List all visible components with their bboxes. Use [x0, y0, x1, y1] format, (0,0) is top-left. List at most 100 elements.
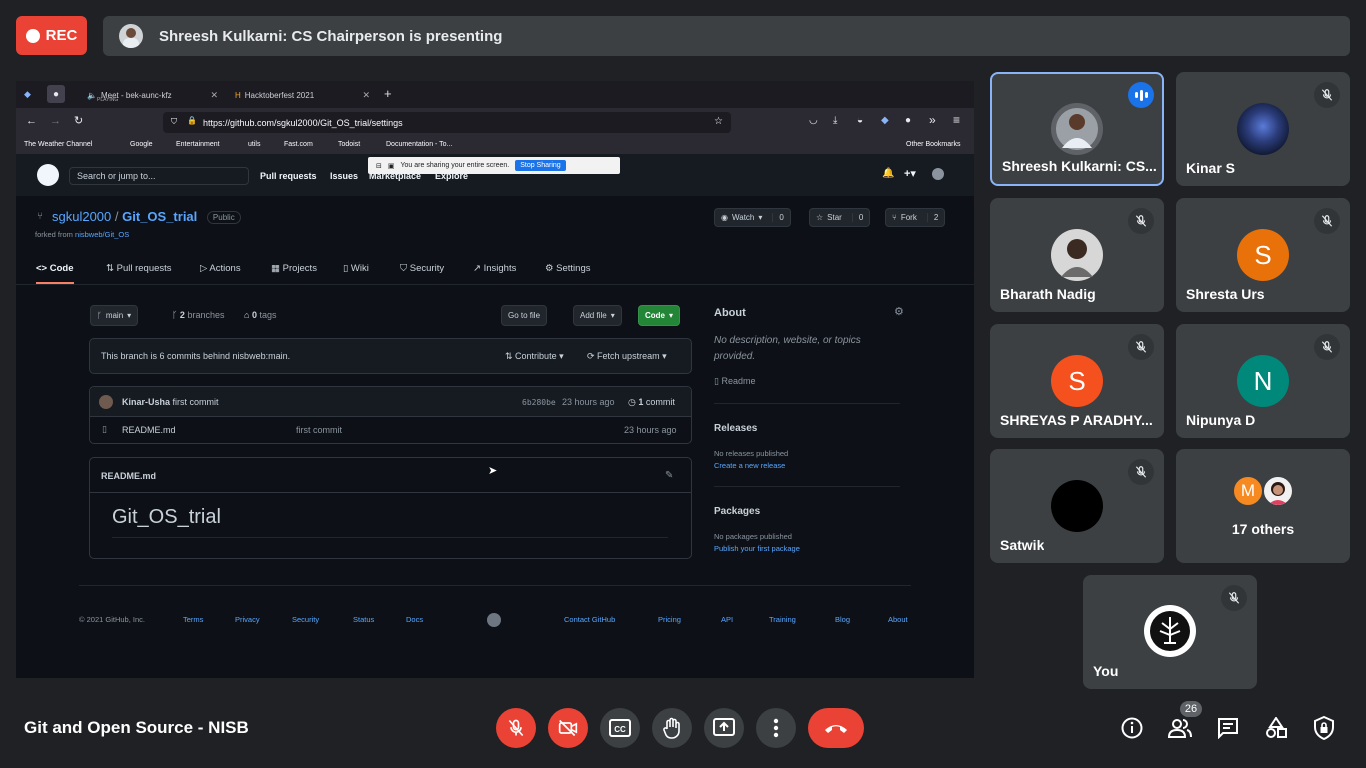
present-button[interactable]	[704, 708, 744, 748]
tab-insights[interactable]: ↗ Insights	[473, 263, 516, 274]
forked-from-link[interactable]: nisbweb/Git_OS	[75, 230, 129, 239]
star-button[interactable]: ☆ Star 0	[809, 208, 871, 227]
branches-link[interactable]: ᚴ 2 branches	[172, 310, 224, 320]
participant-tile-shreyas[interactable]: S SHREYAS P ARADHY...	[990, 324, 1164, 438]
participant-tile-nipunya[interactable]: N Nipunya D	[1176, 324, 1350, 438]
participant-tile-bharath[interactable]: Bharath Nadig	[990, 198, 1164, 312]
bookmark-star-icon[interactable]: ☆	[714, 116, 723, 127]
tab-pull-requests[interactable]: ⇅ Pull requests	[106, 263, 172, 274]
go-to-file-button[interactable]: Go to file	[501, 305, 548, 326]
tab-wiki[interactable]: ▯ Wiki	[343, 263, 369, 274]
reload-icon[interactable]: ↻	[74, 114, 83, 127]
activities-button[interactable]	[1262, 714, 1290, 742]
bookmark-weather[interactable]: The Weather Channel	[24, 141, 92, 148]
bookmark-documentation[interactable]: Documentation - To...	[386, 141, 452, 148]
tab-code[interactable]: <> Code	[36, 263, 74, 284]
leave-call-button[interactable]	[808, 708, 864, 748]
user-avatar[interactable]	[932, 168, 944, 180]
bookmark-google[interactable]: Google	[130, 141, 153, 148]
file-commit-message[interactable]: first commit	[296, 425, 342, 435]
people-button[interactable]	[1166, 714, 1194, 742]
mic-toggle-button[interactable]	[496, 708, 536, 748]
download-icon[interactable]: ⤓	[833, 115, 837, 126]
footer-training[interactable]: Training	[769, 615, 796, 624]
extension-icon[interactable]: ◒	[857, 115, 863, 126]
tab-actions[interactable]: ▷ Actions	[200, 263, 241, 274]
repo-owner-link[interactable]: sgkul2000	[52, 209, 111, 224]
fork-button[interactable]: ⑂ Fork 2	[885, 208, 946, 227]
create-release-link[interactable]: Create a new release	[714, 461, 785, 470]
camera-toggle-button[interactable]	[548, 708, 588, 748]
footer-contact[interactable]: Contact GitHub	[564, 615, 615, 624]
github-footer-logo-icon[interactable]	[487, 613, 501, 627]
footer-about[interactable]: About	[888, 615, 908, 624]
host-controls-button[interactable]	[1310, 714, 1338, 742]
add-file-button[interactable]: Add file ▾	[573, 305, 622, 326]
releases-title[interactable]: Releases	[714, 423, 757, 434]
github-search-input[interactable]: Search or jump to...	[69, 167, 249, 185]
minimize-icon[interactable]: ⊟	[376, 162, 382, 170]
footer-blog[interactable]: Blog	[835, 615, 850, 624]
gear-icon[interactable]: ⚙	[894, 305, 904, 318]
footer-security[interactable]: Security	[292, 615, 319, 624]
tags-link[interactable]: ⌂ 0 tags	[244, 310, 276, 320]
url-bar[interactable]: ⛉ 🔒 https://github.com/sgkul2000/Git_OS_…	[163, 112, 731, 133]
contribute-dropdown[interactable]: ⇅ Contribute ▾	[505, 351, 564, 362]
raise-hand-button[interactable]	[652, 708, 692, 748]
new-tab-icon[interactable]: +	[384, 86, 392, 101]
participant-tile-others[interactable]: M 17 others	[1176, 449, 1350, 563]
tab-security[interactable]: ⛉ Security	[400, 263, 444, 274]
commit-sha[interactable]: 6b280be	[522, 398, 556, 407]
tab-meet[interactable]: 🔈 Meet - bek-aunc-kfz PLAYING ✕	[81, 84, 224, 106]
forward-icon[interactable]: →	[50, 115, 61, 127]
nav-issues[interactable]: Issues	[330, 171, 358, 181]
packages-title[interactable]: Packages	[714, 506, 760, 517]
footer-terms[interactable]: Terms	[183, 615, 203, 624]
github-logo-icon[interactable]	[37, 164, 59, 186]
menu-icon[interactable]: ≡	[953, 113, 960, 127]
bell-icon[interactable]: 🔔	[882, 168, 894, 179]
github-pinned-tab-icon[interactable]: ●	[47, 85, 65, 103]
tab-settings[interactable]: ⚙ Settings	[545, 263, 590, 274]
footer-api[interactable]: API	[721, 615, 733, 624]
back-icon[interactable]: ←	[26, 115, 37, 127]
stop-sharing-button[interactable]: Stop Sharing	[515, 160, 566, 171]
code-button[interactable]: Code ▾	[638, 305, 681, 326]
file-row[interactable]: ▯ README.md first commit 23 hours ago	[90, 417, 691, 444]
meeting-details-button[interactable]	[1118, 714, 1146, 742]
participant-tile-kinar[interactable]: Kinar S	[1176, 72, 1350, 186]
bookmark-other[interactable]: Other Bookmarks	[906, 141, 960, 148]
participant-tile-you[interactable]: You	[1083, 575, 1257, 689]
commit-author[interactable]: Kinar-Usha first commit	[122, 397, 219, 407]
close-icon[interactable]: ✕	[210, 90, 218, 101]
watch-button[interactable]: ◉ Watch ▾ 0	[714, 208, 791, 227]
commit-count-link[interactable]: ◷ 1 commit	[628, 397, 675, 408]
overflow-icon[interactable]: »	[929, 113, 936, 127]
captions-button[interactable]: CC	[600, 708, 640, 748]
publish-package-link[interactable]: Publish your first package	[714, 544, 800, 553]
bookmark-utils[interactable]: utils	[248, 141, 260, 148]
chat-button[interactable]	[1214, 714, 1242, 742]
edit-icon[interactable]: ✎	[665, 470, 673, 481]
pocket-icon[interactable]: ◡	[809, 115, 818, 126]
account-extension-icon[interactable]: ●	[905, 115, 911, 126]
plus-icon[interactable]: +▾	[904, 167, 916, 180]
footer-docs[interactable]: Docs	[406, 615, 423, 624]
readme-link[interactable]: ▯ Readme	[714, 376, 755, 387]
bookmark-fast[interactable]: Fast.com	[284, 141, 313, 148]
fetch-upstream-dropdown[interactable]: ⟳ Fetch upstream ▾	[587, 351, 667, 362]
bookmark-todoist[interactable]: Todoist	[338, 141, 360, 148]
close-icon[interactable]: ✕	[362, 90, 370, 101]
bookmark-entertainment[interactable]: Entertainment	[176, 141, 220, 148]
more-options-button[interactable]	[756, 708, 796, 748]
participant-tile-satwik[interactable]: Satwik	[990, 449, 1164, 563]
file-name[interactable]: README.md	[122, 425, 176, 435]
diamond-extension-icon[interactable]: ◆	[881, 115, 889, 126]
participant-tile-shresta[interactable]: S Shresta Urs	[1176, 198, 1350, 312]
footer-status[interactable]: Status	[353, 615, 374, 624]
nav-pull-requests[interactable]: Pull requests	[260, 171, 317, 181]
tab-hacktoberfest[interactable]: H Hacktoberfest 2021 ✕	[229, 84, 376, 106]
participant-tile-shreesh[interactable]: Shreesh Kulkarni: CS...	[990, 72, 1164, 186]
branch-select[interactable]: ᚴ main ▾	[90, 305, 139, 326]
repo-name-link[interactable]: Git_OS_trial	[122, 209, 197, 224]
